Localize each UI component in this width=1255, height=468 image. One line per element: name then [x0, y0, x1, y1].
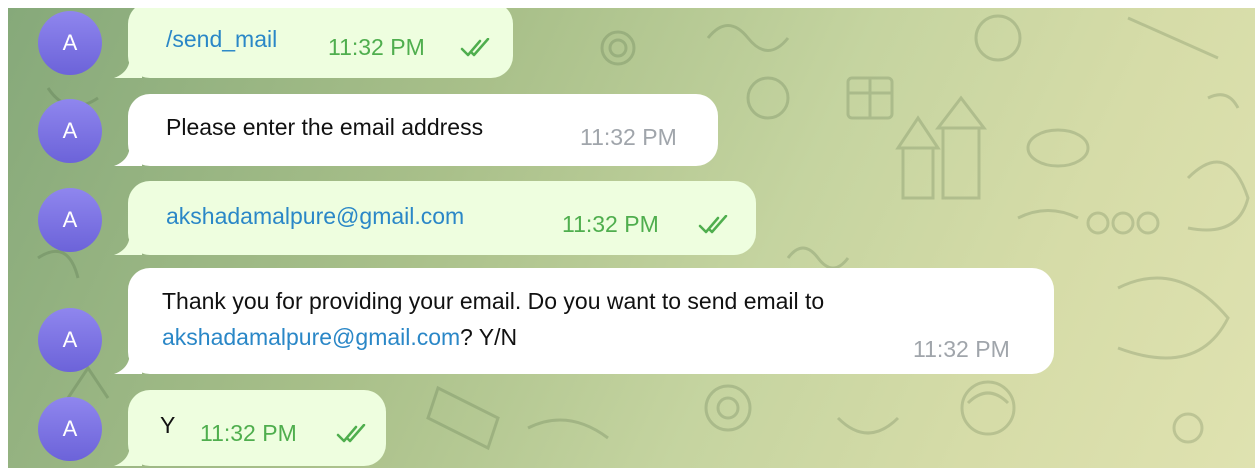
- double-check-icon: [460, 38, 490, 57]
- bubble-tail: [114, 144, 142, 166]
- avatar[interactable]: A: [38, 308, 102, 372]
- avatar[interactable]: A: [38, 397, 102, 461]
- message-text: Y: [160, 412, 176, 438]
- message-time: 11:32 PM: [200, 420, 297, 446]
- email-text[interactable]: akshadamalpure@gmail.com: [166, 203, 464, 230]
- message-bubble-outgoing[interactable]: /send_mail 11:32 PM: [114, 8, 513, 78]
- message-time: 11:32 PM: [562, 211, 659, 237]
- double-check-icon: [698, 215, 728, 234]
- avatar[interactable]: A: [38, 188, 102, 252]
- message-text: Please enter the email address: [166, 114, 484, 140]
- avatar[interactable]: A: [38, 99, 102, 163]
- message-text-suffix: ? Y/N: [460, 324, 518, 350]
- command-text[interactable]: /send_mail: [166, 26, 277, 53]
- avatar[interactable]: A: [38, 11, 102, 75]
- message-bubble-outgoing[interactable]: Y 11:32 PM: [114, 390, 386, 466]
- message-time: 11:32 PM: [580, 124, 677, 150]
- bubble-tail: [114, 444, 142, 466]
- message-bubble-incoming[interactable]: Please enter the email address 11:32 PM: [114, 94, 718, 166]
- message-bubble-incoming[interactable]: Thank you for providing your email. Do y…: [114, 268, 1054, 374]
- message-time: 11:32 PM: [913, 336, 1010, 362]
- message-time: 11:32 PM: [328, 34, 425, 60]
- message-bubble-outgoing[interactable]: akshadamalpure@gmail.com 11:32 PM: [114, 181, 756, 255]
- bubble-tail: [114, 233, 142, 255]
- email-link[interactable]: akshadamalpure@gmail.com: [162, 324, 460, 351]
- bubble-tail: [114, 56, 142, 78]
- message-text: Thank you for providing your email. Do y…: [162, 288, 825, 314]
- chat-background: A /send_mail 11:32 PM A Please enter the…: [8, 8, 1255, 468]
- double-check-icon: [336, 424, 366, 443]
- bubble-tail: [114, 352, 142, 374]
